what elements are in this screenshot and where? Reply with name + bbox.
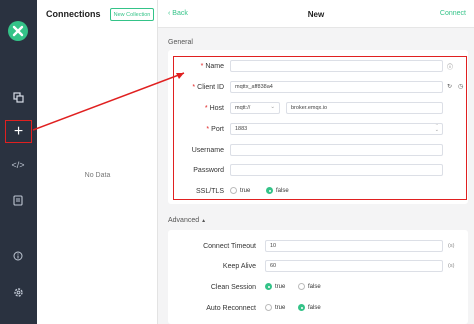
logo-x-icon [12,25,24,37]
gear-icon[interactable] [8,282,28,302]
connect-timeout-label: Connect Timeout [203,243,256,250]
script-icon[interactable]: </> [8,155,28,175]
advanced-section-title[interactable]: Advanced ▲ [168,217,206,224]
advanced-card: Connect Timeout 10 (s) Keep Alive 60 (s)… [168,230,468,324]
header-bar: ‹ Back New Connect [158,0,474,28]
radio-icon [265,304,272,311]
clean-session-row: Clean Session true false [168,281,468,295]
keep-alive-row: Keep Alive 60 (s) [168,260,468,274]
app-logo [8,21,28,41]
radio-selected-icon [298,304,305,311]
sidebar-rail: + </> [0,0,37,324]
keep-alive-input[interactable]: 60 [265,260,443,272]
main-panel: ‹ Back New Connect General * Name ⓘ * Clie… [158,0,474,324]
connections-icon[interactable] [8,87,28,107]
connections-panel: Connections New Collection No Data [37,0,158,324]
log-icon[interactable] [8,190,28,210]
empty-state: No Data [84,172,111,179]
connect-timeout-row: Connect Timeout 10 (s) [168,240,468,254]
caret-up-icon: ▲ [201,218,207,224]
clean-session-true-radio[interactable]: true [265,283,285,290]
connect-button[interactable]: Connect [440,10,466,17]
highlight-box [173,56,467,200]
keep-alive-label: Keep Alive [222,263,256,270]
plus-icon: + [13,122,24,140]
keep-alive-unit: (s) [448,263,455,269]
radio-icon [298,283,305,290]
general-section-title: General [168,39,193,46]
clean-session-label: Clean Session [210,284,256,291]
add-connection-button[interactable]: + [5,120,32,143]
connections-title: Connections [46,9,101,19]
new-collection-button[interactable]: New Collection [110,8,154,21]
auto-reconnect-row: Auto Reconnect true false [168,302,468,316]
auto-reconnect-label: Auto Reconnect [206,305,256,312]
clean-session-false-radio[interactable]: false [298,283,321,290]
page-title: New [307,10,325,19]
connect-timeout-input[interactable]: 10 [265,240,443,252]
radio-selected-icon [265,283,272,290]
info-icon[interactable] [8,246,28,266]
auto-reconnect-true-radio[interactable]: true [265,304,285,311]
connect-timeout-unit: (s) [448,243,455,249]
auto-reconnect-false-radio[interactable]: false [298,304,321,311]
